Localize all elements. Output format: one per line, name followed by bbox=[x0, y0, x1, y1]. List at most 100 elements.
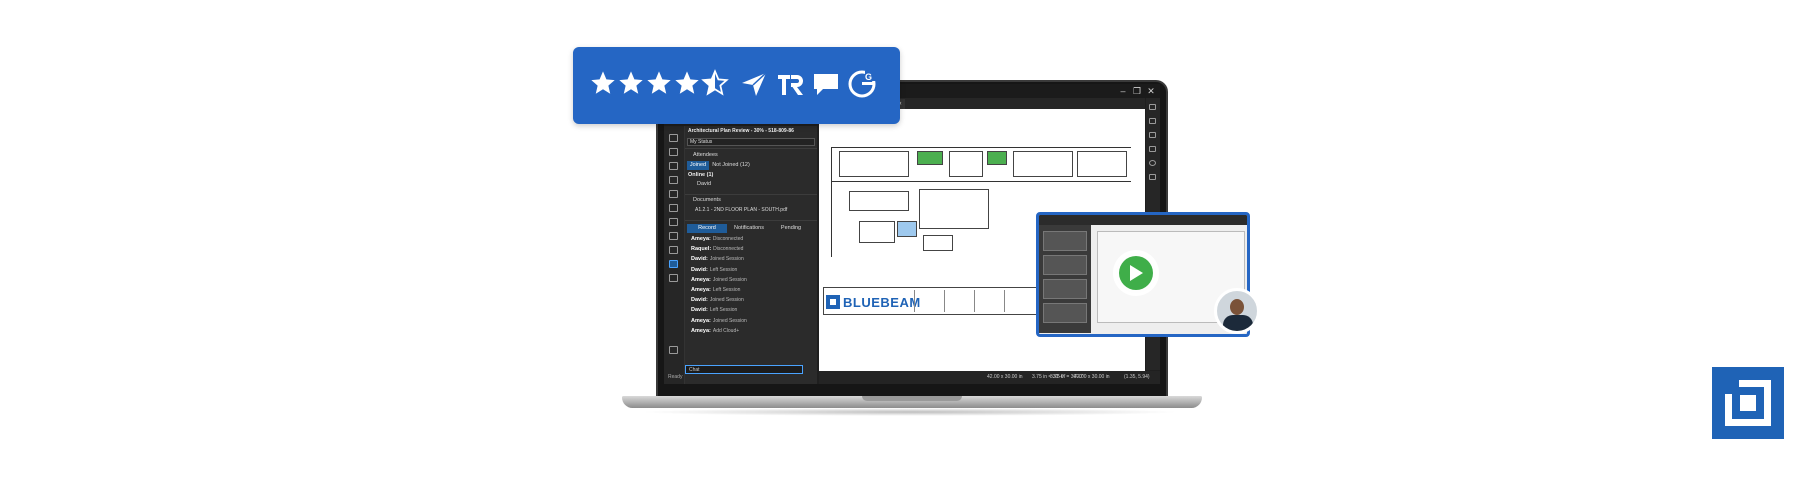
divider bbox=[685, 194, 817, 195]
minimize-icon[interactable]: – bbox=[1118, 86, 1128, 96]
record-entry: David: Left Session bbox=[691, 307, 737, 313]
video-panel-card bbox=[1043, 255, 1087, 275]
record-entry-name: Ameya: bbox=[691, 317, 711, 324]
star-icon bbox=[619, 71, 643, 94]
record-entry-name: Ameya: bbox=[691, 236, 711, 242]
thumbnails-icon[interactable] bbox=[669, 134, 678, 142]
room bbox=[849, 191, 909, 211]
tab-joined[interactable]: Joined bbox=[687, 161, 709, 170]
page-scale-secondary: 3.75 in = 30'-0" bbox=[1032, 374, 1066, 380]
record-entry: Ameya: Joined Session bbox=[691, 318, 747, 324]
wall bbox=[831, 147, 1131, 148]
record-entry-action: Left Session bbox=[712, 287, 741, 293]
tab-pending[interactable]: Pending bbox=[771, 224, 811, 233]
bluebeam-logo-text: BLUEBEAM bbox=[843, 294, 921, 310]
record-entry-action: Joined Session bbox=[709, 256, 744, 263]
record-entry-action: Left Session bbox=[709, 307, 738, 314]
pen-tool-icon[interactable] bbox=[1149, 118, 1156, 124]
ratings-banner: G bbox=[573, 47, 900, 124]
record-entry-name: David: bbox=[691, 297, 708, 304]
record-entry: David: Left Session bbox=[691, 267, 737, 273]
record-entry: Ameya: Joined Session bbox=[691, 277, 747, 283]
close-icon[interactable]: ✕ bbox=[1146, 86, 1156, 96]
record-entry: Ameya: Add Cloud+ bbox=[691, 328, 739, 334]
record-entry: David: Joined Session bbox=[691, 256, 744, 262]
text-tool-icon[interactable] bbox=[1149, 104, 1156, 110]
record-entry-action: Disconnected bbox=[713, 246, 744, 253]
bluebeam-logo-icon bbox=[826, 295, 840, 309]
document-item[interactable]: A1.2.1 - 2ND FLOOR PLAN - SOUTH.pdf bbox=[695, 207, 787, 213]
record-entry: Raquel: Disconnected bbox=[691, 246, 743, 252]
layers-icon[interactable] bbox=[669, 162, 678, 170]
room bbox=[859, 221, 895, 243]
title-block-cell bbox=[914, 290, 942, 312]
presenter-avatar bbox=[1214, 288, 1260, 334]
title-block-cell bbox=[974, 290, 1002, 312]
video-app-toolbar bbox=[1039, 215, 1247, 225]
capterra-icon bbox=[742, 72, 767, 96]
star-icon bbox=[591, 71, 615, 94]
room bbox=[839, 151, 909, 177]
chat-input[interactable]: Chat bbox=[685, 365, 803, 374]
record-entry-action: Joined Session bbox=[709, 297, 744, 304]
room bbox=[923, 235, 953, 251]
record-entry-action: Add Cloud+ bbox=[712, 327, 740, 334]
record-entry-name: Ameya: bbox=[691, 276, 711, 283]
title-block-cell bbox=[944, 290, 972, 312]
divider bbox=[685, 148, 817, 149]
room-highlight bbox=[897, 221, 917, 237]
software-advice-icon bbox=[814, 74, 838, 95]
record-entry-action: Disconnected bbox=[712, 236, 744, 242]
play-icon bbox=[1119, 256, 1153, 290]
tab-notifications[interactable]: Notifications bbox=[729, 224, 769, 233]
online-user[interactable]: David bbox=[697, 181, 711, 187]
record-entry-name: David: bbox=[691, 266, 708, 273]
studio-icon[interactable] bbox=[669, 260, 678, 268]
bookmarks-icon[interactable] bbox=[669, 148, 678, 156]
online-header: Online (1) bbox=[688, 172, 714, 178]
logo-gap bbox=[1725, 380, 1739, 394]
cursor-coordinates: (1.35, 5.94) bbox=[1124, 374, 1150, 380]
scene: – ❐ ✕ Architectural Plan Review - 30% - … bbox=[0, 0, 1820, 480]
play-button[interactable] bbox=[1113, 250, 1159, 296]
video-panel-card bbox=[1043, 303, 1087, 323]
record-entry-name: Ameya: bbox=[691, 327, 711, 334]
ellipse-tool-icon[interactable] bbox=[1149, 160, 1156, 166]
file-access-icon[interactable] bbox=[669, 232, 678, 240]
title-block-cell bbox=[1004, 290, 1032, 312]
tab-record[interactable]: Record bbox=[687, 224, 727, 233]
wall bbox=[831, 147, 832, 257]
studio-session-panel: Architectural Plan Review - 30% - 518-80… bbox=[685, 126, 817, 384]
room bbox=[1013, 151, 1073, 177]
record-entry: David: Joined Session bbox=[691, 297, 744, 303]
tab-not-joined[interactable]: Not Joined (12) bbox=[711, 161, 751, 170]
presenter-head bbox=[1230, 299, 1244, 315]
half-star-icon bbox=[701, 69, 729, 96]
room bbox=[1077, 151, 1127, 177]
bluebeam-corner-logo bbox=[1712, 367, 1784, 439]
g2-label: G bbox=[865, 72, 872, 82]
highlight-tool-icon[interactable] bbox=[1149, 132, 1156, 138]
measurements-icon[interactable] bbox=[669, 204, 678, 212]
signatures-icon[interactable] bbox=[669, 218, 678, 226]
left-toolbar bbox=[664, 126, 685, 384]
room-highlight bbox=[917, 151, 943, 165]
restore-icon[interactable]: ❐ bbox=[1132, 86, 1142, 96]
markups-icon[interactable] bbox=[669, 190, 678, 198]
attendees-header[interactable]: Attendees bbox=[693, 152, 718, 158]
settings-icon[interactable] bbox=[669, 274, 678, 282]
stamp-tool-icon[interactable] bbox=[1149, 146, 1156, 152]
divider bbox=[685, 220, 817, 221]
toolchest-icon[interactable] bbox=[669, 176, 678, 184]
cloud-tool-icon[interactable] bbox=[1149, 174, 1156, 180]
page-dimensions-secondary: 42.00 x 30.00 in bbox=[1074, 374, 1110, 380]
g2-icon: G bbox=[848, 70, 877, 98]
list-icon[interactable] bbox=[669, 346, 678, 354]
search-icon[interactable] bbox=[669, 246, 678, 254]
documents-header[interactable]: Documents bbox=[693, 197, 721, 203]
record-entry-name: David: bbox=[691, 307, 708, 314]
record-entry-name: Raquel: bbox=[691, 246, 712, 253]
record-entry: Ameya: Disconnected bbox=[691, 236, 743, 242]
page-dimensions: 42.00 x 30.00 in bbox=[987, 374, 1023, 380]
video-panel-card bbox=[1043, 279, 1087, 299]
